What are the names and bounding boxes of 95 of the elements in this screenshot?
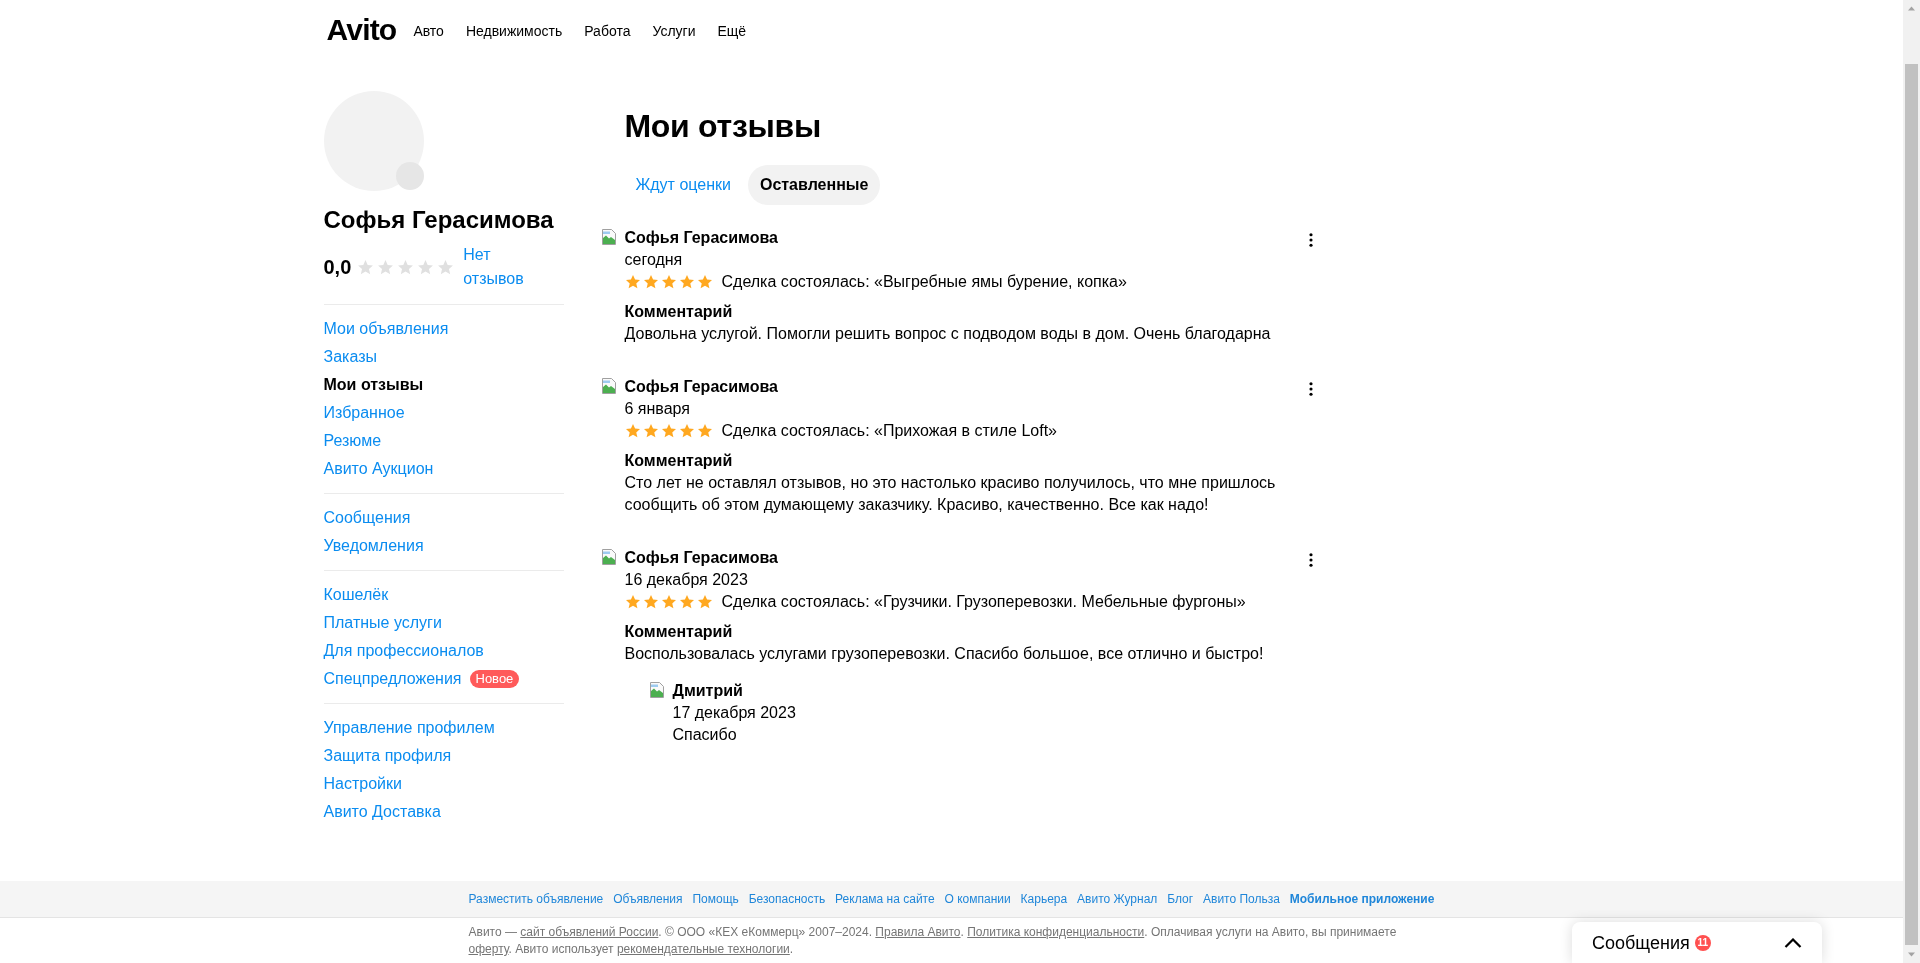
page-title: Мои отзывы <box>624 108 822 144</box>
sidebar-item[interactable]: Мои объявления <box>323 318 449 340</box>
sidebar-item[interactable]: Уведомления <box>323 535 424 557</box>
comment-heading: Комментарий <box>624 622 734 642</box>
review-date: сегодня <box>624 250 684 270</box>
reviewer-name: Софья Герасимова <box>624 548 779 568</box>
footer-link[interactable]: Мобильное приложение <box>1289 891 1435 907</box>
legal-link[interactable]: Правила Авито <box>875 925 961 939</box>
broken-image-icon <box>600 549 617 565</box>
profile-name: Софья Герасимова <box>323 205 555 235</box>
sidebar-item[interactable]: Авито Аукцион <box>323 458 434 480</box>
sidebar-item[interactable]: Платные услуги <box>323 612 442 634</box>
legal-text: Авито — сайт объявлений России. © ООО «КЕХ еКоммерц» 2007–2024. Правила Авито. Политика конфиденциальности. Оплачивая услуги на Авито, вы принимаете оферту. Авито использует рекомендательные технологии. <box>468 924 1398 958</box>
new-badge: Новое <box>469 670 520 688</box>
nav-link[interactable]: Услуги <box>652 21 696 41</box>
star-icon <box>357 258 375 276</box>
sidebar-item[interactable]: Для профессионалов <box>323 640 484 662</box>
chevron-up-icon[interactable] <box>1784 937 1802 948</box>
sidebar-item[interactable]: Сообщения <box>323 507 411 529</box>
deal-title: Сделка состоялась: «Грузчики. Грузоперевозки. Мебельные фургоны» <box>721 592 1246 612</box>
star-icon <box>696 274 713 290</box>
sidebar-item[interactable]: Избранное <box>323 402 405 424</box>
sidebar-item[interactable]: Авито Доставка <box>323 801 441 823</box>
star-icon <box>417 258 435 276</box>
star-icon <box>642 594 659 610</box>
star-icon <box>437 258 455 276</box>
star-icon <box>660 274 677 290</box>
deal-title: Сделка состоялась: «Выгребные ямы бурение, копка» <box>721 272 1127 292</box>
messages-count-badge: 11 <box>1694 934 1711 951</box>
reviewer-name: Софья Герасимова <box>624 377 779 397</box>
comment-heading: Комментарий <box>624 451 734 471</box>
legal-link[interactable]: рекомендательные технологии <box>616 942 790 956</box>
sidebar-item[interactable]: Спецпредложения <box>323 668 462 690</box>
sidebar-item[interactable]: Кошелёк <box>323 584 389 606</box>
reply-date: 17 декабря 2023 <box>672 703 797 723</box>
sidebar-item[interactable]: Защита профиля <box>323 745 452 767</box>
star-icon <box>660 594 677 610</box>
reply-author: Дмитрий <box>672 681 744 701</box>
rating-value: 0,0 <box>323 255 352 279</box>
logo[interactable]: Avito <box>326 13 397 47</box>
sidebar-item[interactable]: Заказы <box>323 346 377 368</box>
nav-link[interactable]: Работа <box>584 21 631 41</box>
nav-link[interactable]: Авто <box>413 21 444 41</box>
star-icon <box>624 594 641 610</box>
sidebar-item[interactable]: Управление профилем <box>323 717 495 739</box>
broken-image-icon <box>600 378 617 394</box>
footer-link[interactable]: Реклама на сайте <box>835 891 935 907</box>
footer-link[interactable]: Разместить объявление <box>468 891 604 907</box>
review-date: 16 декабря 2023 <box>624 570 749 590</box>
footer-link[interactable]: Безопасность <box>748 891 826 907</box>
messages-panel[interactable]: Сообщения 11 <box>1572 922 1822 963</box>
more-options-icon[interactable] <box>1308 233 1313 247</box>
review-date: 6 января <box>624 399 691 419</box>
more-options-icon[interactable] <box>1308 553 1313 567</box>
star-icon <box>660 423 677 439</box>
messages-label: Сообщения <box>1592 931 1690 955</box>
star-icon <box>397 258 415 276</box>
scrollbar-thumb[interactable] <box>1905 64 1918 945</box>
footer-link[interactable]: О компании <box>944 891 1011 907</box>
reply-text: Спасибо <box>672 725 738 745</box>
star-icon <box>642 274 659 290</box>
broken-image-icon <box>648 682 665 698</box>
footer-link[interactable]: Блог <box>1167 891 1194 907</box>
sidebar-item[interactable]: Настройки <box>323 773 402 795</box>
scrollbar[interactable] <box>1903 0 1920 963</box>
sidebar-item[interactable]: Мои отзывы <box>323 374 424 396</box>
footer-link[interactable]: Объявления <box>613 891 683 907</box>
comment-text: Воспользовалась услугами грузоперевозки. Спасибо большое, все отлично и быстро! <box>624 644 1265 664</box>
more-options-icon[interactable] <box>1308 382 1313 396</box>
star-icon <box>678 423 695 439</box>
reviews-link[interactable]: Нет отзывов <box>463 243 534 291</box>
footer-link[interactable]: Карьера <box>1020 891 1068 907</box>
nav-link[interactable]: Недвижимость <box>465 21 563 41</box>
comment-text: Довольна услугой. Помогли решить вопрос с подводом воды в дом. Очень благодарна <box>624 324 1272 344</box>
star-icon <box>678 594 695 610</box>
comment-heading: Комментарий <box>624 302 734 322</box>
star-icon <box>624 423 641 439</box>
star-icon <box>696 594 713 610</box>
deal-title: Сделка состоялась: «Прихожая в стиле Loft» <box>721 421 1057 441</box>
footer-link[interactable]: Авито Журнал <box>1077 891 1158 907</box>
star-icon <box>696 423 713 439</box>
reviewer-name: Софья Герасимова <box>624 228 779 248</box>
tab[interactable]: Ждут оценки <box>623 165 743 205</box>
sidebar-item[interactable]: Резюме <box>323 430 382 452</box>
footer-link[interactable]: Помощь <box>692 891 739 907</box>
star-icon <box>624 274 641 290</box>
footer-link[interactable]: Авито Польза <box>1203 891 1280 907</box>
broken-image-icon <box>600 229 617 245</box>
legal-link[interactable]: оферту <box>468 942 509 956</box>
star-icon <box>642 423 659 439</box>
star-icon <box>377 258 395 276</box>
comment-text: Сто лет не оставлял отзывов, но это настолько красиво получилось, что мне пришлось сообщить об этом думающему заказчику. Красиво, качественно. Все как надо! <box>624 473 1277 515</box>
tab[interactable]: Оставленные <box>747 165 881 205</box>
nav-link[interactable]: Ещё <box>717 21 747 41</box>
star-icon <box>678 274 695 290</box>
